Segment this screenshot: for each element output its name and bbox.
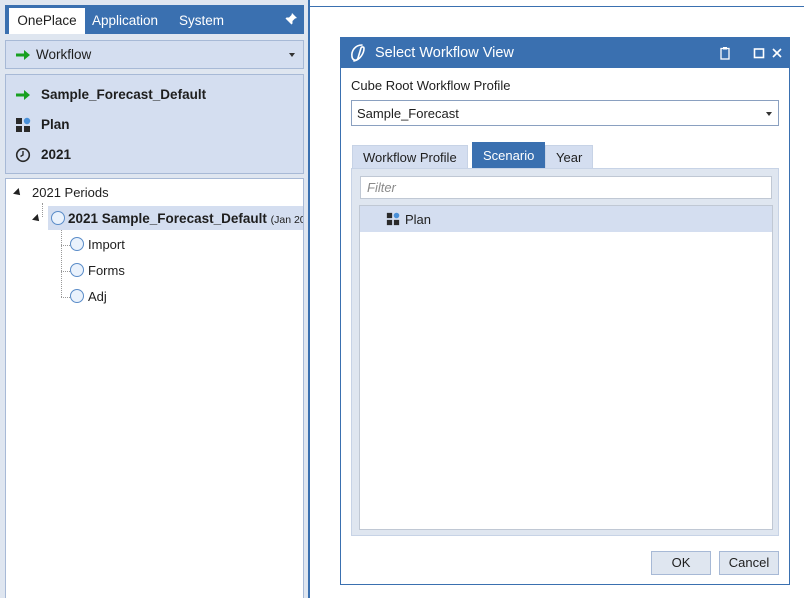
expander-icon[interactable]: [32, 214, 42, 224]
workflow-step-icon: [70, 237, 84, 251]
content-divider: [310, 6, 804, 7]
scenario-tab-panel: Plan: [351, 168, 779, 536]
app-logo-icon: [351, 44, 365, 62]
tab-application[interactable]: Application: [92, 5, 158, 34]
workflow-step-icon: [51, 211, 65, 225]
workflow-tree: 2021 Periods 2021 Sample_Forecast_Defaul…: [5, 178, 304, 598]
arrow-right-icon: [16, 90, 30, 100]
left-panel: OnePlace Application System Workflow Sam…: [0, 0, 308, 598]
maximize-icon[interactable]: [752, 46, 766, 60]
tab-scenario[interactable]: Scenario: [472, 142, 546, 169]
dialog-titlebar[interactable]: Select Workflow View: [341, 38, 789, 68]
workflow-step-icon: [70, 263, 84, 277]
tree-node-label: Import: [88, 237, 125, 252]
workflow-dropdown-label: Workflow: [36, 47, 92, 62]
tree-node-suffix: (Jan 2021: [270, 214, 303, 226]
pov-scenario-label: Plan: [41, 117, 70, 132]
tree-node-forms[interactable]: Forms: [6, 260, 303, 282]
tree-node-label: Adj: [88, 289, 107, 304]
tab-system[interactable]: System: [179, 5, 224, 34]
scenario-list[interactable]: Plan: [359, 205, 773, 530]
cancel-button[interactable]: Cancel: [719, 551, 779, 575]
tree-node-periods[interactable]: 2021 Periods: [6, 182, 303, 204]
tab-workflow-profile[interactable]: Workflow Profile: [352, 145, 468, 169]
close-icon[interactable]: [770, 46, 784, 60]
pov-profile-label: Sample_Forecast_Default: [41, 87, 207, 102]
workflow-dropdown[interactable]: Workflow: [5, 40, 304, 69]
expander-icon[interactable]: [13, 188, 23, 198]
pin-icon[interactable]: [284, 12, 298, 26]
dialog-title: Select Workflow View: [375, 45, 514, 61]
tree-node-label: Forms: [88, 263, 125, 278]
tree-node-label: 2021 Periods: [32, 185, 109, 200]
tab-year[interactable]: Year: [545, 145, 594, 169]
pov-summary: Sample_Forecast_Default Plan 2021: [5, 74, 304, 174]
cube-root-label: Cube Root Workflow Profile: [351, 78, 511, 93]
arrow-right-icon: [16, 50, 30, 60]
tree-node-adj[interactable]: Adj: [6, 286, 303, 308]
clock-icon: [15, 147, 31, 163]
select-workflow-view-dialog: Select Workflow View Cube Root Workflow …: [340, 37, 790, 585]
filter-input[interactable]: [360, 176, 772, 199]
pov-time-label: 2021: [41, 147, 72, 162]
tree-node-forecast[interactable]: 2021 Sample_Forecast_Default (Jan 2021: [6, 208, 303, 230]
cube-root-value: Sample_Forecast: [357, 106, 459, 121]
ok-button[interactable]: OK: [651, 551, 711, 575]
pov-workflow-profile[interactable]: Sample_Forecast_Default: [6, 84, 303, 106]
cube-root-select[interactable]: Sample_Forecast: [351, 100, 779, 126]
chevron-down-icon: [766, 112, 772, 116]
tree-node-label: 2021 Sample_Forecast_Default (Jan 2021: [68, 211, 303, 226]
workflow-step-icon: [70, 289, 84, 303]
scenario-icon: [16, 117, 31, 132]
top-tab-bar: OnePlace Application System: [5, 5, 304, 34]
list-item-label: Plan: [405, 212, 432, 227]
tab-oneplace[interactable]: OnePlace: [9, 8, 85, 34]
tree-node-bold-label: 2021 Sample_Forecast_Default: [68, 211, 267, 226]
scenario-icon: [386, 212, 400, 226]
clipboard-icon[interactable]: [718, 46, 732, 60]
chevron-down-icon: [289, 53, 295, 57]
pov-scenario[interactable]: Plan: [6, 114, 303, 136]
pov-time[interactable]: 2021: [6, 144, 303, 166]
list-item[interactable]: Plan: [360, 206, 772, 232]
tree-node-import[interactable]: Import: [6, 234, 303, 256]
